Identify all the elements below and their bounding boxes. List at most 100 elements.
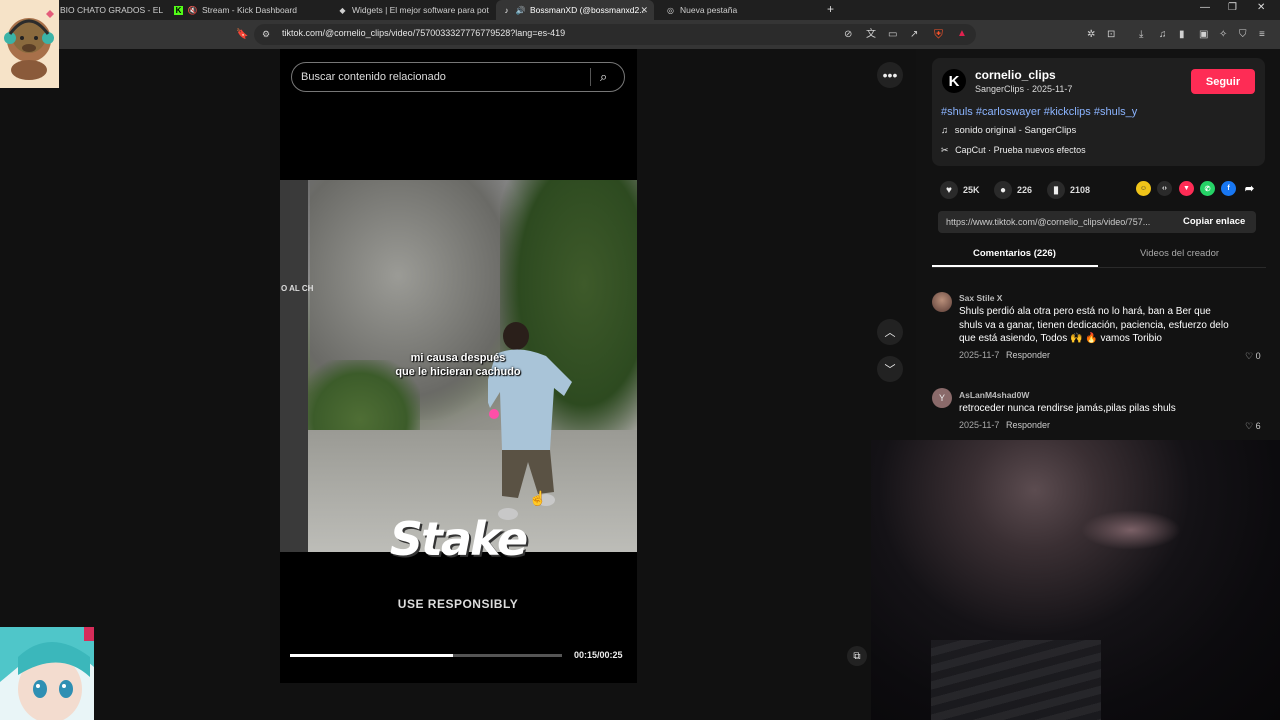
save-button[interactable]: ▮ 2108 [1047,181,1090,199]
hashtags[interactable]: #shuls #carloswayer #kickclips #shuls_y [941,106,1137,118]
sound-name: sonido original - SangerClips [954,125,1077,136]
commenter-avatar[interactable] [932,292,952,312]
tab-creator-videos[interactable]: Videos del creador [1140,248,1219,259]
brave-shield-icon[interactable]: ⛨ [934,28,943,40]
picture-in-picture-icon[interactable]: ⧉ [847,646,867,666]
video-progress-bar[interactable] [290,654,562,657]
video-side-text: O AL CH [281,284,314,293]
new-tab-button[interactable]: + [827,2,834,16]
hand-cursor-icon: ☝ [529,490,547,506]
media-icon[interactable]: ♫ [1159,30,1167,40]
commenter-name[interactable]: Sax Stile X [959,293,1002,303]
capcut-link[interactable]: ✂ CapCut · Prueba nuevos efectos [941,145,1086,156]
facebook-icon[interactable]: f [1221,181,1236,196]
close-tab-icon[interactable]: ✕ [640,5,648,16]
creator-meta: SangerClips · 2025-11-7 [975,84,1073,94]
share-arrow-icon[interactable]: ➦ [1242,181,1257,196]
creator-avatar[interactable]: K [942,69,966,93]
wallet-icon[interactable]: ▣ [1199,30,1208,40]
browser-tab[interactable]: ◆ Widgets | El mejor software para pot [332,0,492,20]
screenshot-icon[interactable]: ▭ [888,30,897,40]
site-info-icon[interactable]: ⚙ [262,30,270,39]
webcam-clothing [931,640,1101,720]
embed-icon[interactable]: ‹› [1157,181,1172,196]
browser-tab-bar: BIO CHATO GRADOS - EL P K 🔇 Stream - Kic… [0,0,1280,20]
caption-line-1: mi causa después [410,352,506,364]
copy-link-button[interactable]: Copiar enlace [1183,216,1245,227]
more-options-button[interactable]: ••• [877,62,903,88]
bookmark-icon: ▮ [1047,181,1065,199]
restore-icon[interactable]: ❐ [1228,2,1237,13]
url-text: tiktok.com/@cornelio_clips/video/7570033… [282,28,566,38]
cast-icon[interactable]: ⊘ [844,30,852,40]
vpn-icon[interactable]: ⛉ [1239,30,1247,40]
bookmark-icon[interactable]: 🔖 [236,30,248,40]
chevron-down-icon[interactable]: ﹀ [877,356,903,382]
download-icon[interactable]: ⤓ [1139,30,1143,40]
mute-icon[interactable]: 🔇 [188,6,198,15]
tab-title: BossmanXD (@bossmanxd2... [530,5,645,15]
emoji-share-icon[interactable]: ☺ [1136,181,1151,196]
search-placeholder: Buscar contenido relacionado [301,71,446,83]
comment-like-count: 6 [1255,421,1261,431]
kick-icon: K [174,5,183,15]
tab-separator [932,267,1266,268]
whatsapp-icon[interactable]: ✆ [1200,181,1215,196]
video-time: 00:15/00:25 [574,650,623,660]
capybara-mascot-icon [4,10,54,80]
leo-icon[interactable]: ✧ [1219,30,1227,40]
video-progress-fill [290,654,454,657]
video-link[interactable]: https://www.tiktok.com/@cornelio_clips/v… [946,217,1171,227]
minimize-icon[interactable]: — [1200,2,1210,13]
browser-tab[interactable]: K 🔇 Stream - Kick Dashboard [168,0,328,20]
music-note-icon: ♫ [941,125,949,136]
comment-like-button[interactable]: ♡ 0 [1245,351,1261,362]
sound-link[interactable]: ♫ sonido original - SangerClips [941,125,1076,136]
browser-tab-active[interactable]: ♪ 🔊 BossmanXD (@bossmanxd2... ✕ [496,0,654,20]
video-caption: mi causa después que le hicieran cachudo [370,351,546,379]
comment-like-count: 0 [1255,351,1261,361]
comment-count: 226 [1017,185,1033,195]
translate-icon[interactable]: 文 [866,30,876,40]
speaker-icon[interactable]: 🔊 [516,6,526,15]
search-icon[interactable]: ⌕ [600,70,607,83]
send-friend-icon[interactable]: ▼ [1179,181,1194,196]
extensions-icon[interactable]: ✲ [1087,30,1095,40]
avatar-letter: Y [938,393,945,403]
creator-username[interactable]: cornelio_clips [975,68,1056,82]
comment-button[interactable]: ● 226 [994,181,1032,199]
sidebar-icon[interactable]: ▮ [1179,30,1185,40]
commenter-name[interactable]: AsLanM4shad0W [959,390,1029,400]
share-icon[interactable]: ↗ [910,30,918,40]
capcut-text: CapCut · Prueba nuevos efectos [955,145,1086,155]
brave-rewards-icon[interactable]: ▲ [957,29,967,39]
downloads-page-icon[interactable]: ⊡ [1107,30,1115,40]
chevron-up-icon[interactable]: ︿ [877,319,903,345]
like-button[interactable]: ♥ 25K [940,181,980,199]
search-divider [590,68,591,86]
like-count: 25K [963,185,980,195]
tab-title: Widgets | El mejor software para pot [352,5,489,15]
caption-line-2: que le hicieran cachudo [395,366,521,378]
stake-logo: Stake [389,512,528,566]
reply-button[interactable]: Responder [1006,350,1050,360]
heart-icon: ♥ [940,181,958,199]
webcam-face [1081,510,1181,550]
widgets-icon: ◆ [339,5,346,15]
tab-comments[interactable]: Comentarios (226) [973,248,1056,259]
menu-icon[interactable]: ≡ [1259,30,1265,40]
close-window-icon[interactable]: ✕ [1257,2,1265,13]
comment-like-button[interactable]: ♡ 6 [1245,421,1261,432]
tab-title: Nueva pestaña [680,5,738,15]
comment-text: retroceder nunca rendirse jamás,pilas pi… [959,403,1176,414]
comment-date: 2025-11-7 [959,350,1000,360]
sponsor-tagline: USE RESPONSIBLY [397,597,519,611]
reply-button[interactable]: Responder [1006,420,1050,430]
follow-button[interactable]: Seguir [1191,69,1255,94]
browser-tab[interactable]: ◎ Nueva pestaña [660,0,820,20]
commenter-avatar[interactable]: Y [932,388,952,408]
heart-outline-icon: ♡ [1245,351,1254,361]
mascot-overlay [0,0,59,88]
webcam-overlay [871,440,1280,720]
comment-date: 2025-11-7 [959,420,1000,430]
